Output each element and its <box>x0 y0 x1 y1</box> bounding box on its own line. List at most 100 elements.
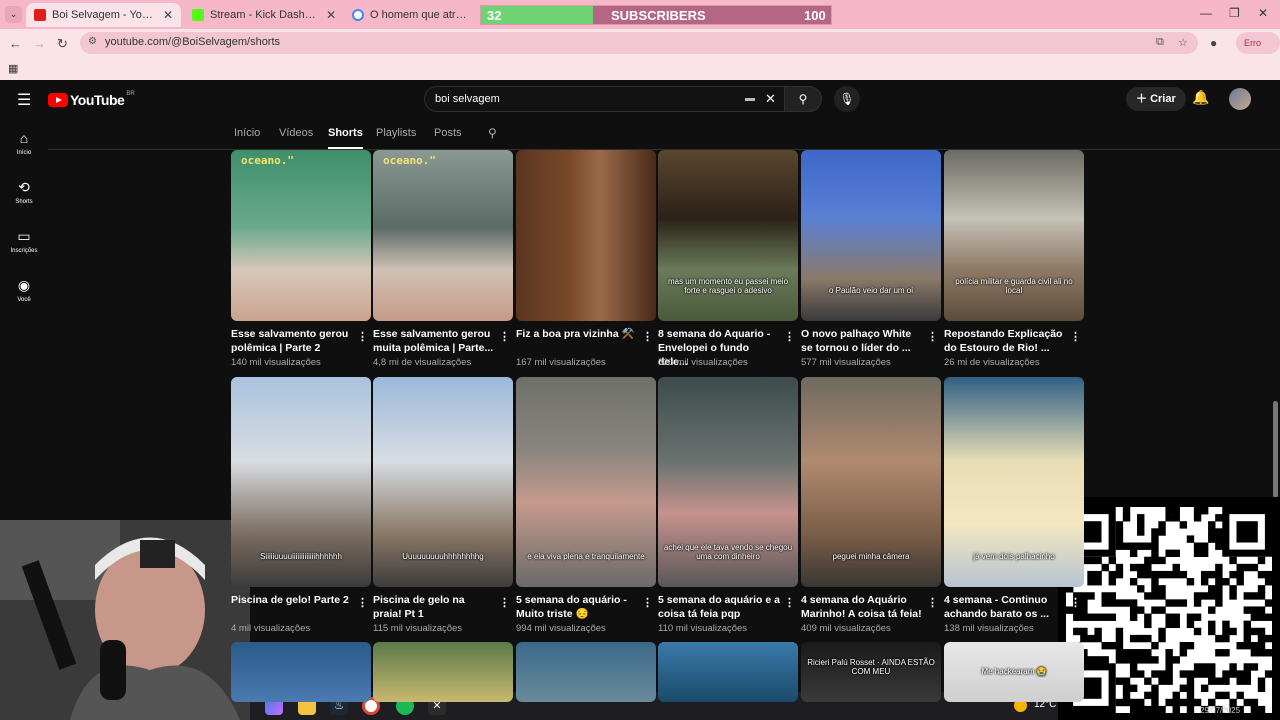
short-title[interactable]: Esse salvamento gerou muita polêmica | P… <box>373 327 495 355</box>
short-views: 110 mil visualizações <box>658 623 748 634</box>
more-options-icon[interactable]: ⋮ <box>357 330 368 343</box>
short-thumbnail[interactable] <box>658 642 798 702</box>
clear-search-icon[interactable]: ✕ <box>765 91 776 107</box>
scrollbar-thumb[interactable] <box>1273 401 1278 498</box>
more-options-icon[interactable]: ⋮ <box>642 330 653 343</box>
guide-item-subscriptions[interactable]: ▭ Inscrições <box>0 228 48 254</box>
thumbnail-top-caption: oceano." <box>241 154 294 167</box>
short-thumbnail[interactable]: já vem dois palhacinho <box>944 377 1084 587</box>
short-thumbnail[interactable] <box>516 642 656 702</box>
subscriptions-icon: ▭ <box>17 228 31 244</box>
url-text[interactable]: youtube.com/@BoiSelvagem/shorts <box>105 36 280 48</box>
short-thumbnail[interactable]: peguei minha câmera <box>801 377 941 587</box>
close-icon[interactable]: ✕ <box>326 8 336 22</box>
site-info-icon[interactable]: ⚙ <box>88 36 97 47</box>
menu-icon[interactable]: ☰ <box>17 90 31 110</box>
short-thumbnail[interactable]: oceano." <box>373 150 513 321</box>
short-thumbnail[interactable]: oceano." <box>231 150 371 321</box>
channel-search-icon[interactable]: ⚲ <box>488 126 497 140</box>
create-label: Criar <box>1150 93 1176 105</box>
maximize-icon[interactable]: ❐ <box>1229 6 1240 20</box>
short-views: 4,8 mi de visualizações <box>373 357 472 368</box>
more-options-icon[interactable]: ⋮ <box>642 596 653 609</box>
tab-home[interactable]: Início <box>234 127 260 139</box>
short-thumbnail[interactable]: o Paulão veio dar um oi <box>801 150 941 321</box>
short-thumbnail[interactable]: Ricieri Palú Rosset · AINDA ESTÃO COM ME… <box>801 642 941 702</box>
short-thumbnail[interactable]: polícia militar e guarda civil ali no lo… <box>944 150 1084 321</box>
tab-shorts[interactable]: Shorts <box>328 127 363 149</box>
short-thumbnail[interactable] <box>516 150 656 321</box>
apps-grid-icon[interactable]: ▦ <box>8 62 18 75</box>
short-title[interactable]: 4 semana - Continuo achando barato os ..… <box>944 593 1066 621</box>
bookmark-star-icon[interactable]: ☆ <box>1178 36 1188 49</box>
search-box[interactable]: boi selvagem ▬ ✕ <box>424 86 785 112</box>
short-title[interactable]: Repostando Explicação do Estouro de Rio!… <box>944 327 1066 355</box>
error-label: Erro <box>1244 38 1262 48</box>
profile-icon[interactable]: ● <box>1210 36 1217 50</box>
more-options-icon[interactable]: ⋮ <box>499 330 510 343</box>
home-icon: ⌂ <box>19 130 29 146</box>
qr-code <box>1058 497 1280 720</box>
short-title[interactable]: Piscina de gelo! Parte 2 <box>231 593 353 607</box>
youtube-icon <box>34 9 46 21</box>
short-thumbnail[interactable] <box>373 642 513 702</box>
short-thumbnail[interactable]: e ela viva plena e tranquilamente <box>516 377 656 587</box>
search-input[interactable]: boi selvagem <box>435 93 500 105</box>
short-title[interactable]: Piscina de gelo na praia! Pt 1 <box>373 593 495 621</box>
browser-tab-youtube[interactable]: Boi Selvagem - YouTube ✕ <box>26 3 181 27</box>
tab-playlists[interactable]: Playlists <box>376 127 416 139</box>
more-options-icon[interactable]: ⋮ <box>784 596 795 609</box>
cast-icon[interactable]: ⧉ <box>1156 36 1164 49</box>
more-options-icon[interactable]: ⋮ <box>927 596 938 609</box>
more-options-icon[interactable]: ⋮ <box>1070 596 1081 609</box>
more-options-icon[interactable]: ⋮ <box>499 596 510 609</box>
short-title[interactable]: Fiz a boa pra vizinha ⚒️ <box>516 327 638 341</box>
tab-posts[interactable]: Posts <box>434 127 462 139</box>
search-button[interactable]: ⚲ <box>784 86 822 112</box>
short-title[interactable]: Esse salvamento gerou polêmica | Parte 2 <box>231 327 353 355</box>
more-options-icon[interactable]: ⋮ <box>1070 330 1081 343</box>
keyboard-icon[interactable]: ▬ <box>745 93 755 104</box>
short-thumbnail[interactable]: Uuuuuuuuuhhhhhhhhg <box>373 377 513 587</box>
voice-search-button[interactable]: 🎙 <box>834 86 860 112</box>
short-title[interactable]: 4 semana do Aquário Marinho! A coisa tá … <box>801 593 923 621</box>
youtube-logo[interactable]: YouTube BR <box>48 91 135 108</box>
forward-icon[interactable]: → <box>33 36 46 51</box>
tab-videos[interactable]: Vídeos <box>279 127 313 139</box>
short-thumbnail[interactable]: mas um momento eu passei meio forte e ra… <box>658 150 798 321</box>
reload-icon[interactable]: ↻ <box>57 36 68 52</box>
thumbnail-caption: polícia militar e guarda civil ali no lo… <box>955 277 1073 295</box>
tab-search-button[interactable]: ⌄ <box>5 6 22 23</box>
guide-item-shorts[interactable]: ⟲ Shorts <box>0 179 48 205</box>
webcam-overlay <box>0 520 250 720</box>
short-thumbnail[interactable]: achei que ele tava vendo se chegou uma c… <box>658 377 798 587</box>
notifications-bell-icon[interactable]: 🔔 <box>1192 89 1209 106</box>
short-title[interactable]: O novo palhaço White se tornou o líder d… <box>801 327 923 355</box>
guide-item-home[interactable]: ⌂ Início <box>0 130 48 156</box>
address-toolbar: ← → ↻ ⚙ youtube.com/@BoiSelvagem/shorts … <box>0 29 1280 70</box>
account-avatar[interactable] <box>1229 88 1251 110</box>
omnibox[interactable]: ⚙ youtube.com/@BoiSelvagem/shorts ⧉ ☆ <box>80 32 1198 54</box>
minimize-icon[interactable]: — <box>1200 6 1212 20</box>
back-icon[interactable]: ← <box>9 36 22 51</box>
thumbnail-caption: já vem dois palhacinho <box>973 552 1055 561</box>
thumbnail-caption: achei que ele tava vendo se chegou uma c… <box>663 543 793 561</box>
close-icon[interactable]: ✕ <box>163 8 173 22</box>
short-title[interactable]: 5 semana do aquário - Muito triste 😔 <box>516 593 638 621</box>
youtube-play-icon <box>48 93 68 107</box>
error-status-button[interactable]: Erro ⋮ <box>1236 32 1280 70</box>
create-button[interactable]: ＋ Criar <box>1126 87 1186 111</box>
short-thumbnail[interactable]: Me hackearam 😭 <box>944 642 1084 702</box>
short-thumbnail[interactable] <box>231 642 371 702</box>
more-options-icon[interactable]: ⋮ <box>784 330 795 343</box>
short-thumbnail[interactable]: Siiiiiuuuuiiiiiiiiiiiiihhhhhh <box>231 377 371 587</box>
close-window-icon[interactable]: ✕ <box>1258 6 1268 20</box>
more-options-icon[interactable]: ⋮ <box>927 330 938 343</box>
microphone-icon: 🎙 <box>839 92 855 106</box>
more-options-icon[interactable]: ⋮ <box>357 596 368 609</box>
browser-tab-kick[interactable]: Stream - Kick Dashboard ✕ <box>184 3 344 27</box>
short-title[interactable]: 5 semana do aquário e a coisa tá feia pq… <box>658 593 780 621</box>
guide-item-you[interactable]: ◉ Você <box>0 277 48 303</box>
browser-tab-google[interactable]: O homem que atravessou o m <box>344 3 480 27</box>
guide-label: Shorts <box>15 199 33 205</box>
